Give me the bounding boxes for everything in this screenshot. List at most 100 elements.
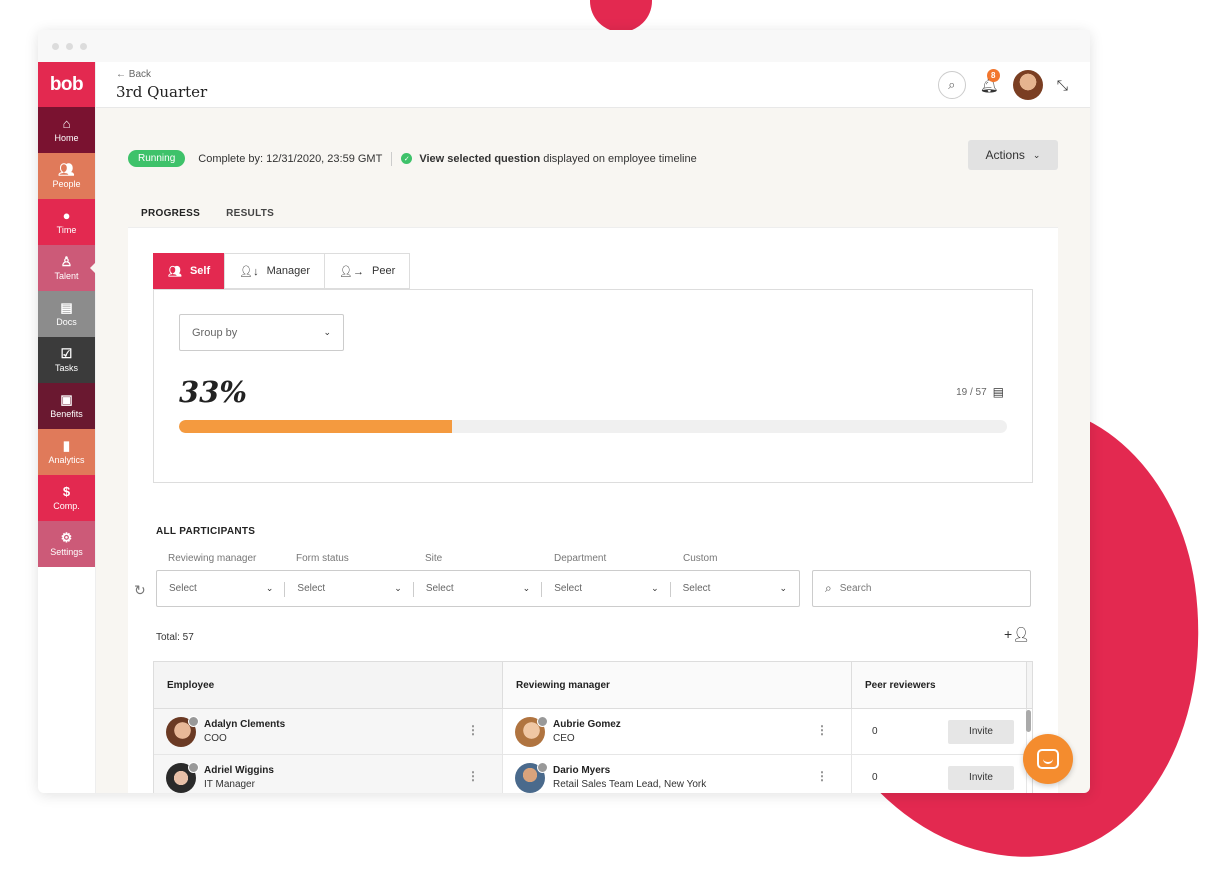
table-row[interactable]: Adalyn Clements COO ⋮ Aubrie Gomez CEO ⋮ [154, 709, 1032, 755]
user-avatar[interactable] [1012, 70, 1043, 100]
clock-icon: ● [62, 208, 71, 223]
sidebar-item-label: Tasks [54, 363, 78, 373]
filter-label: Site [425, 553, 443, 564]
invite-button[interactable]: Invite [948, 719, 1014, 744]
search-icon[interactable]: ⌕ [937, 71, 966, 99]
search-placeholder: Search [839, 583, 872, 594]
gear-icon: ⚙ [60, 530, 73, 545]
docs-icon: ▤ [60, 300, 73, 315]
employee-role: COO [204, 732, 227, 744]
sidebar-item-time[interactable]: ● Time [38, 199, 95, 245]
tab-results[interactable]: RESULTS [213, 208, 287, 229]
more-options-icon[interactable]: ⋮ [467, 769, 479, 783]
talent-icon: ♙ [60, 254, 73, 269]
table-row[interactable]: Adriel Wiggins IT Manager ⋮ Dario Myers … [154, 755, 1032, 793]
status-badge: Running [128, 150, 186, 167]
tab-bar: PROGRESS RESULTS [128, 208, 287, 229]
sidebar-item-label: Comp. [53, 501, 80, 511]
decorative-blob-top [590, 0, 652, 32]
collapse-icon[interactable]: ⤡ [1057, 77, 1068, 94]
column-header[interactable]: Employee [154, 662, 503, 708]
filter-value: Select [682, 583, 711, 594]
top-header: ← Back 3rd Quarter ⌕ 🔔︎ 8 ⤡ [96, 62, 1090, 108]
employee-name[interactable]: Adriel Wiggins [204, 764, 274, 778]
status-bar: Running Complete by: 12/31/2020, 23:59 G… [128, 150, 697, 167]
chevron-down-icon: ⌄ [394, 583, 402, 593]
notification-bell-icon[interactable]: 🔔︎ 8 [980, 69, 1000, 94]
window-dot [52, 42, 59, 50]
bob-logo[interactable]: bob [38, 62, 95, 107]
subtab-label: Manager [266, 265, 311, 277]
sidebar-item-docs[interactable]: ▤ Docs [38, 291, 95, 337]
filter-label: Form status [296, 553, 349, 564]
add-participant-icon[interactable]: +👤︎ [1004, 626, 1030, 643]
chevron-down-icon: ⌄ [323, 327, 331, 337]
sidebar-item-talent[interactable]: ♙ Talent [38, 245, 96, 291]
more-options-icon[interactable]: ⋮ [467, 723, 479, 737]
dollar-icon: $ [62, 484, 71, 499]
subtab-self[interactable]: 👥︎ Self [153, 253, 225, 289]
total-count: Total: 57 [156, 632, 194, 643]
manager-role: CEO [553, 732, 575, 744]
window-dot [66, 42, 73, 50]
employee-cell: Adriel Wiggins IT Manager ⋮ [154, 755, 503, 793]
progress-panel: 👥︎ Self 👤︎↓ Manager 👤︎→ Peer Group by ⌄ … [128, 227, 1058, 793]
home-icon: ⌂ [62, 116, 71, 131]
sidebar-item-analytics[interactable]: ▮ Analytics [38, 429, 95, 475]
app-window: bob ⌂ Home 👥︎ People ● Time ♙ Talent ▤ D… [38, 30, 1090, 793]
sidebar-item-label: Time [56, 225, 77, 235]
invite-button[interactable]: Invite [948, 765, 1014, 790]
sidebar-item-benefits[interactable]: ▣ Benefits [38, 383, 95, 429]
avatar [166, 715, 199, 747]
sidebar-item-settings[interactable]: ⚙ Settings [38, 521, 95, 567]
manager-name[interactable]: Dario Myers [553, 764, 706, 778]
avatar [515, 715, 548, 747]
search-icon: ⌕ [825, 581, 832, 595]
more-options-icon[interactable]: ⋮ [816, 769, 828, 783]
subtab-manager[interactable]: 👤︎↓ Manager [224, 253, 325, 289]
tab-progress[interactable]: PROGRESS [128, 208, 214, 229]
column-header[interactable]: Reviewing manager [503, 662, 852, 708]
actions-button[interactable]: Actions ⌄ [968, 140, 1058, 170]
subtab-label: Self [189, 265, 211, 277]
peer-reviewers-cell: 0 Invite [852, 755, 1027, 793]
manager-cell: Aubrie Gomez CEO ⋮ [503, 709, 852, 754]
filter-site[interactable]: Select ⌄ [414, 571, 543, 606]
subtab-peer[interactable]: 👤︎→ Peer [324, 253, 411, 289]
refresh-icon[interactable]: ↻ [134, 582, 146, 599]
column-header[interactable]: Peer reviewers [852, 662, 1027, 708]
filter-value: Select [169, 583, 197, 594]
group-by-placeholder: Group by [192, 326, 238, 339]
filter-department[interactable]: Select ⌄ [542, 571, 672, 606]
filter-form-status[interactable]: Select ⌄ [285, 571, 415, 606]
filter-reviewing-manager[interactable]: Select ⌄ [157, 571, 286, 606]
back-link[interactable]: ← Back [116, 69, 151, 80]
sidebar: bob ⌂ Home 👥︎ People ● Time ♙ Talent ▤ D… [38, 62, 96, 793]
manager-role: Retail Sales Team Lead, New York [553, 778, 707, 790]
group-by-select[interactable]: Group by ⌄ [179, 314, 344, 351]
sidebar-item-label: Docs [56, 317, 77, 327]
search-input[interactable]: ⌕ Search [812, 570, 1031, 607]
table-scrollbar[interactable] [1026, 710, 1031, 732]
sidebar-item-comp[interactable]: $ Comp. [38, 475, 95, 521]
progress-count-label: 19 / 57 [956, 386, 987, 398]
chat-launcher-button[interactable] [1023, 734, 1073, 784]
header-icons: ⌕ 🔔︎ 8 ⤡ [937, 69, 1068, 100]
avatar [166, 761, 199, 793]
gift-icon: ▣ [60, 392, 73, 407]
more-options-icon[interactable]: ⋮ [816, 723, 828, 737]
filter-custom[interactable]: Select ⌄ [671, 571, 799, 606]
progress-bar [179, 420, 1007, 433]
sidebar-item-people[interactable]: 👥︎ People [38, 153, 95, 199]
peer-reviewers-cell: 0 Invite [852, 709, 1027, 754]
sidebar-item-tasks[interactable]: ☑ Tasks [38, 337, 95, 383]
participants-table: Employee Reviewing manager Peer reviewer… [153, 661, 1033, 793]
employee-name[interactable]: Adalyn Clements [204, 718, 285, 732]
sidebar-item-home[interactable]: ⌂ Home [38, 107, 95, 153]
employee-cell: Adalyn Clements COO ⋮ [154, 709, 503, 754]
filter-bar: Select ⌄ Select ⌄ Select ⌄ Select ⌄ Select ⌄ [156, 570, 800, 607]
subtab-label: Peer [372, 265, 396, 277]
sidebar-item-label: Analytics [48, 455, 85, 465]
manager-name[interactable]: Aubrie Gomez [553, 718, 621, 732]
peer-count: 0 [872, 772, 878, 783]
